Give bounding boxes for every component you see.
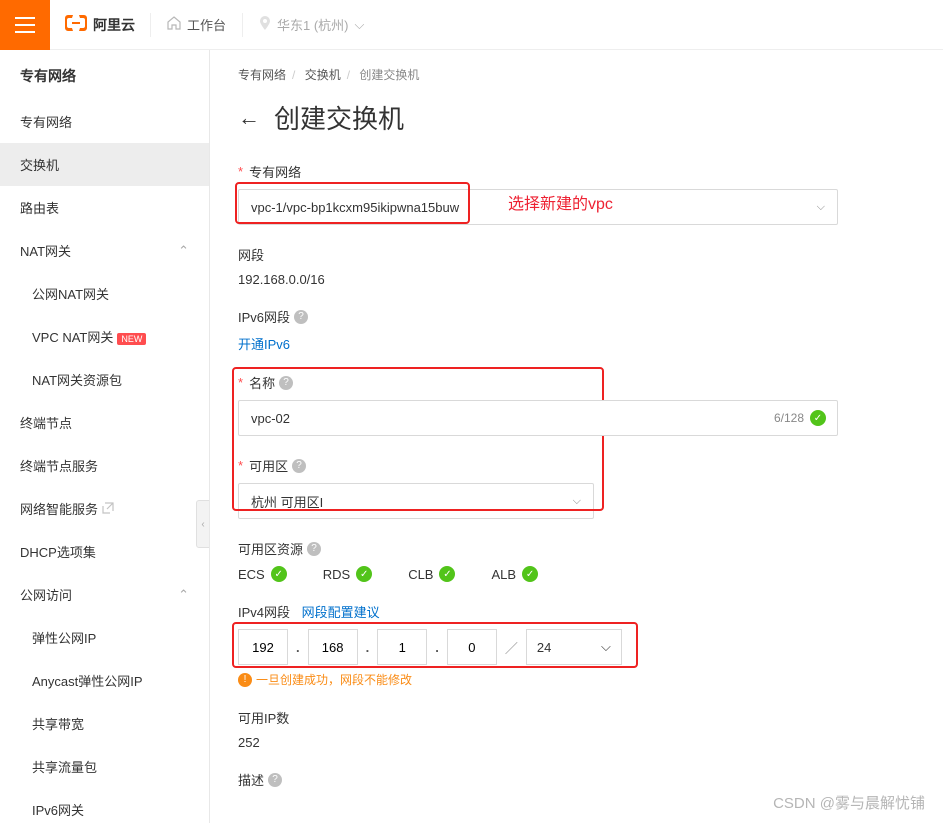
- enable-ipv6-link[interactable]: 开通IPv6: [238, 337, 290, 352]
- top-header: 阿里云 工作台 华东1 (杭州) ⌵: [0, 0, 943, 50]
- ip-octet-4[interactable]: [447, 629, 497, 665]
- sidebar-item-10[interactable]: DHCP选项集: [0, 530, 209, 573]
- resource-clb: CLB ✓: [408, 566, 455, 582]
- help-icon[interactable]: ?: [292, 459, 306, 473]
- brand-name: 阿里云: [93, 15, 135, 35]
- zone-select[interactable]: 杭州 可用区I ⌵: [238, 483, 594, 519]
- sidebar-item-4[interactable]: 公网NAT网关: [0, 272, 209, 315]
- breadcrumb: 专有网络/ 交换机/ 创建交换机: [238, 66, 915, 83]
- sidebar-item-14[interactable]: 共享带宽: [0, 702, 209, 745]
- ip-octet-2[interactable]: [308, 629, 358, 665]
- ipcount-value: 252: [238, 735, 915, 750]
- sidebar-item-3[interactable]: NAT网关⌃: [0, 229, 209, 272]
- sidebar-item-11[interactable]: 公网访问⌃: [0, 573, 209, 616]
- sidebar-item-9[interactable]: 网络智能服务: [0, 487, 209, 530]
- help-icon[interactable]: ?: [268, 773, 282, 787]
- chevron-down-icon: ⌵: [573, 495, 581, 508]
- name-counter: 6/128 ✓: [774, 400, 826, 436]
- zone-res-label: 可用区资源: [238, 539, 303, 558]
- sidebar-title: 专有网络: [0, 50, 209, 100]
- ip-octet-1[interactable]: [238, 629, 288, 665]
- help-icon[interactable]: ?: [307, 542, 321, 556]
- back-arrow-icon[interactable]: ←: [238, 105, 260, 131]
- chevron-down-icon: ⌵: [817, 201, 825, 214]
- ipv4-warning: ! 一旦创建成功，网段不能修改: [238, 671, 915, 688]
- desc-label: 描述: [238, 770, 264, 789]
- ip-octet-3[interactable]: [377, 629, 427, 665]
- resource-rds: RDS ✓: [323, 566, 372, 582]
- sidebar-item-16[interactable]: IPv6网关: [0, 788, 209, 823]
- brand-logo[interactable]: 阿里云: [50, 15, 150, 35]
- location-icon: [259, 16, 271, 33]
- vpc-annotation: 选择新建的vpc: [508, 190, 613, 214]
- hamburger-menu[interactable]: [0, 0, 50, 50]
- sidebar-item-0[interactable]: 专有网络: [0, 100, 209, 143]
- ip-mask-select[interactable]: 24⌵: [526, 629, 622, 665]
- region-selector[interactable]: 华东1 (杭州) ⌵: [243, 15, 380, 34]
- ipcount-label: 可用IP数: [238, 708, 289, 727]
- sidebar: 专有网络 专有网络交换机路由表NAT网关⌃公网NAT网关VPC NAT网关NEW…: [0, 50, 210, 823]
- chevron-down-icon: ⌵: [355, 17, 365, 33]
- page-title: 创建交换机: [274, 99, 404, 136]
- cidr-value: 192.168.0.0/16: [238, 272, 915, 287]
- watermark: CSDN @雾与晨解忧铺: [773, 792, 925, 813]
- zone-label: 可用区: [249, 456, 288, 475]
- sidebar-item-2[interactable]: 路由表: [0, 186, 209, 229]
- ipv4-cidr-input: . . . ／ 24⌵: [238, 629, 915, 665]
- sidebar-item-13[interactable]: Anycast弹性公网IP: [0, 659, 209, 702]
- crumb-0[interactable]: 专有网络: [238, 68, 286, 82]
- resource-alb: ALB ✓: [491, 566, 538, 582]
- name-input[interactable]: vpc-02: [238, 400, 838, 436]
- crumb-1[interactable]: 交换机: [305, 68, 341, 82]
- sidebar-item-6[interactable]: NAT网关资源包: [0, 358, 209, 401]
- sidebar-collapse-handle[interactable]: ‹: [196, 500, 210, 548]
- name-label: 名称: [249, 373, 275, 392]
- chevron-down-icon: ⌵: [601, 639, 611, 655]
- crumb-2: 创建交换机: [359, 68, 419, 82]
- cidr-label: 网段: [238, 245, 264, 264]
- help-icon[interactable]: ?: [279, 376, 293, 390]
- resource-ecs: ECS ✓: [238, 566, 287, 582]
- sidebar-item-5[interactable]: VPC NAT网关NEW: [0, 315, 209, 358]
- cidr-suggest-link[interactable]: 网段配置建议: [302, 602, 380, 621]
- home-icon: [167, 16, 181, 33]
- vpc-label: 专有网络: [249, 162, 301, 181]
- check-circle-icon: ✓: [810, 410, 826, 426]
- sidebar-item-7[interactable]: 终端节点: [0, 401, 209, 444]
- aliyun-logo-icon: [65, 15, 87, 34]
- sidebar-item-15[interactable]: 共享流量包: [0, 745, 209, 788]
- warning-icon: !: [238, 673, 252, 687]
- ipv6-label: IPv6网段: [238, 307, 290, 326]
- main-content: 专有网络/ 交换机/ 创建交换机 ← 创建交换机 *专有网络 vpc-1/vpc…: [210, 50, 943, 823]
- sidebar-item-12[interactable]: 弹性公网IP: [0, 616, 209, 659]
- workbench-button[interactable]: 工作台: [151, 15, 242, 34]
- sidebar-item-1[interactable]: 交换机: [0, 143, 209, 186]
- sidebar-item-8[interactable]: 终端节点服务: [0, 444, 209, 487]
- ipv4-label: IPv4网段: [238, 602, 290, 621]
- help-icon[interactable]: ?: [294, 310, 308, 324]
